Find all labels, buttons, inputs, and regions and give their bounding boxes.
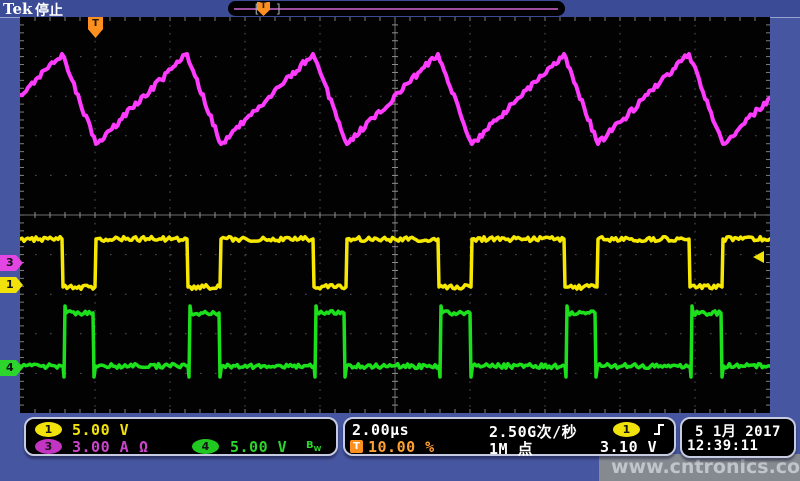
ch4-scale-readout: 5.00 V	[230, 438, 287, 456]
horizontal-trigger-box: 2.00µs T 10.00 % 2.50G次/秒 1M 点 1 3.10 V	[343, 417, 676, 456]
datetime-box: 5 1月 2017 12:39:11	[680, 417, 796, 458]
top-bar: Tek 停止 [ ] T	[0, 0, 800, 18]
ch3-impedance-icon: Ω	[139, 438, 149, 456]
watermark: www.cntronics.com	[611, 456, 800, 478]
trigger-level-arrow-icon[interactable]	[753, 251, 764, 263]
bandwidth-limit-icon: BW	[306, 440, 321, 453]
ch1-badge: 1	[35, 422, 62, 437]
window-bracket-right: ]	[275, 2, 282, 16]
time-readout: 12:39:11	[687, 438, 758, 454]
tek-logo: Tek	[3, 0, 32, 18]
record-length-readout: 1M 点	[489, 438, 533, 459]
ch1-scale-readout: 5.00 V	[72, 421, 129, 439]
record-view-line	[234, 8, 558, 10]
bw-main: B	[306, 440, 314, 451]
channel-readouts-box: 1 5.00 V 3 3.00 A Ω 4 5.00 V BW	[24, 417, 338, 456]
trigger-level-readout: 3.10 V	[600, 438, 657, 456]
trigger-position-readout: 10.00 %	[368, 438, 435, 456]
bw-sub: W	[314, 445, 322, 453]
ch3-badge: 3	[35, 439, 62, 454]
ch4-badge: 4	[192, 439, 219, 454]
waveform-canvas	[20, 17, 770, 413]
trigger-source-badge: 1	[613, 422, 640, 437]
rising-edge-icon	[652, 422, 668, 437]
record-view-strip: [ ] T	[228, 1, 565, 16]
graticule	[20, 17, 770, 413]
trigger-position-icon: T	[350, 440, 363, 453]
time-scale-readout: 2.00µs	[352, 421, 409, 439]
oscilloscope-screen: Tek 停止 [ ] T T 3 1 4 www.cntronics.com 1…	[0, 0, 800, 481]
ch3-scale-readout: 3.00 A	[72, 438, 129, 456]
